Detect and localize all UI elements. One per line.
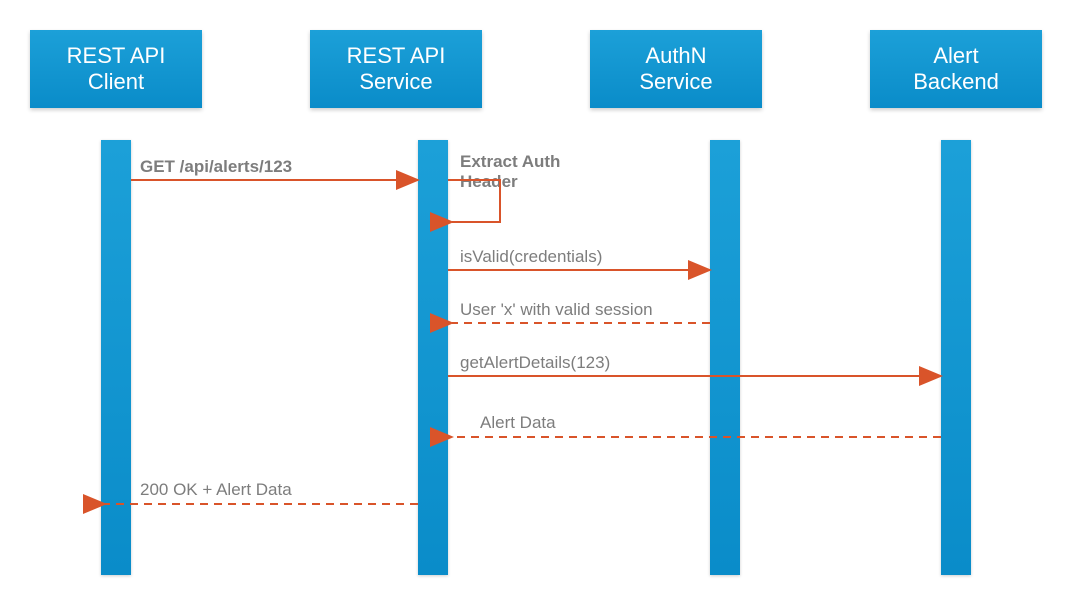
lifeline-backend — [941, 140, 971, 575]
msg-label-m1: GET /api/alerts/123 — [140, 157, 292, 177]
msg-label-m3: isValid(credentials) — [460, 247, 602, 267]
lifeline-authn — [710, 140, 740, 575]
participant-backend: AlertBackend — [870, 30, 1042, 108]
participant-client: REST APIClient — [30, 30, 202, 108]
participant-label: REST APIService — [347, 43, 446, 96]
msg-label-m5: getAlertDetails(123) — [460, 353, 610, 373]
participant-label: REST APIClient — [67, 43, 166, 96]
msg-label-m6: Alert Data — [480, 413, 556, 433]
participant-authn: AuthNService — [590, 30, 762, 108]
msg-label-m7: 200 OK + Alert Data — [140, 480, 292, 500]
msg-label-m4: User 'x' with valid session — [460, 300, 653, 320]
msg-label-m2: Extract AuthHeader — [460, 152, 560, 192]
lifeline-service — [418, 140, 448, 575]
participant-label: AlertBackend — [913, 43, 999, 96]
lifeline-client — [101, 140, 131, 575]
participant-label: AuthNService — [639, 43, 712, 96]
participant-service: REST APIService — [310, 30, 482, 108]
